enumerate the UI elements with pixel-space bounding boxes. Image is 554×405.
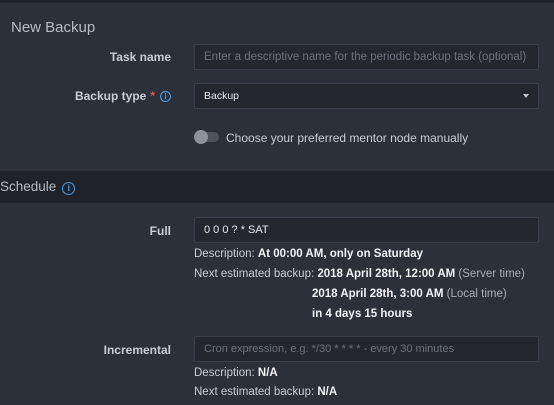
schedule-header: Schedule i — [0, 171, 554, 203]
full-next-server-note: (Server time) — [458, 268, 525, 280]
page-title: New Backup — [11, 19, 96, 36]
incremental-cron-input[interactable]: Cron expression, e.g. */30 * * * * - eve… — [194, 336, 539, 362]
backup-type-label: Backup type * i — [75, 89, 171, 103]
full-next-local: 2018 April 28th, 3:00 AM (Local time) — [312, 288, 507, 300]
full-description-label: Description: — [194, 248, 255, 260]
full-description-value: At 00:00 AM, only on Saturday — [257, 248, 423, 260]
schedule-panel: Full 0 0 0 ? * SAT Description: At 00:00… — [0, 203, 554, 405]
full-next-relative: in 4 days 15 hours — [312, 308, 412, 320]
task-name-placeholder: Enter a descriptive name for the periodi… — [204, 51, 527, 63]
new-backup-panel: New Backup Task name Enter a descriptive… — [0, 3, 554, 170]
backup-type-select[interactable]: Backup — [194, 83, 539, 109]
full-next-label: Next estimated backup: — [194, 268, 315, 280]
schedule-title: Schedule i — [0, 179, 76, 195]
incremental-next-backup: Next estimated backup: N/A — [194, 386, 337, 398]
backup-type-label-text: Backup type — [74, 89, 147, 103]
chevron-down-icon — [523, 94, 529, 98]
incremental-description: Description: N/A — [194, 367, 278, 379]
full-next-backup: Next estimated backup: 2018 April 28th, … — [194, 268, 525, 280]
task-name-input[interactable]: Enter a descriptive name for the periodi… — [194, 44, 539, 70]
incremental-description-value: N/A — [257, 367, 278, 379]
full-cron-value: 0 0 0 ? * SAT — [204, 224, 269, 236]
incremental-next-label: Next estimated backup: — [194, 386, 315, 398]
incremental-cron-placeholder: Cron expression, e.g. */30 * * * * - eve… — [204, 343, 455, 355]
mentor-node-toggle[interactable] — [194, 130, 219, 144]
task-name-label: Task name — [109, 50, 171, 64]
mentor-node-toggle-label: Choose your preferred mentor node manual… — [226, 131, 469, 145]
full-next-local-value: 2018 April 28th, 3:00 AM — [312, 288, 444, 300]
full-description: Description: At 00:00 AM, only on Saturd… — [194, 248, 423, 260]
incremental-next-value: N/A — [317, 386, 338, 398]
required-marker: * — [150, 89, 155, 103]
full-next-relative-value: in 4 days 15 hours — [312, 308, 413, 320]
full-cron-input[interactable]: 0 0 0 ? * SAT — [194, 217, 539, 243]
backup-type-value: Backup — [204, 90, 240, 102]
incremental-description-label: Description: — [194, 367, 255, 379]
full-next-local-note: (Local time) — [446, 288, 507, 300]
info-icon[interactable]: i — [160, 91, 171, 102]
full-next-server-value: 2018 April 28th, 12:00 AM — [317, 268, 456, 280]
toggle-knob — [194, 130, 208, 144]
schedule-title-text: Schedule — [0, 179, 57, 194]
schedule-info-icon[interactable]: i — [62, 182, 76, 195]
full-label: Full — [149, 224, 171, 238]
incremental-label: Incremental — [103, 343, 171, 357]
